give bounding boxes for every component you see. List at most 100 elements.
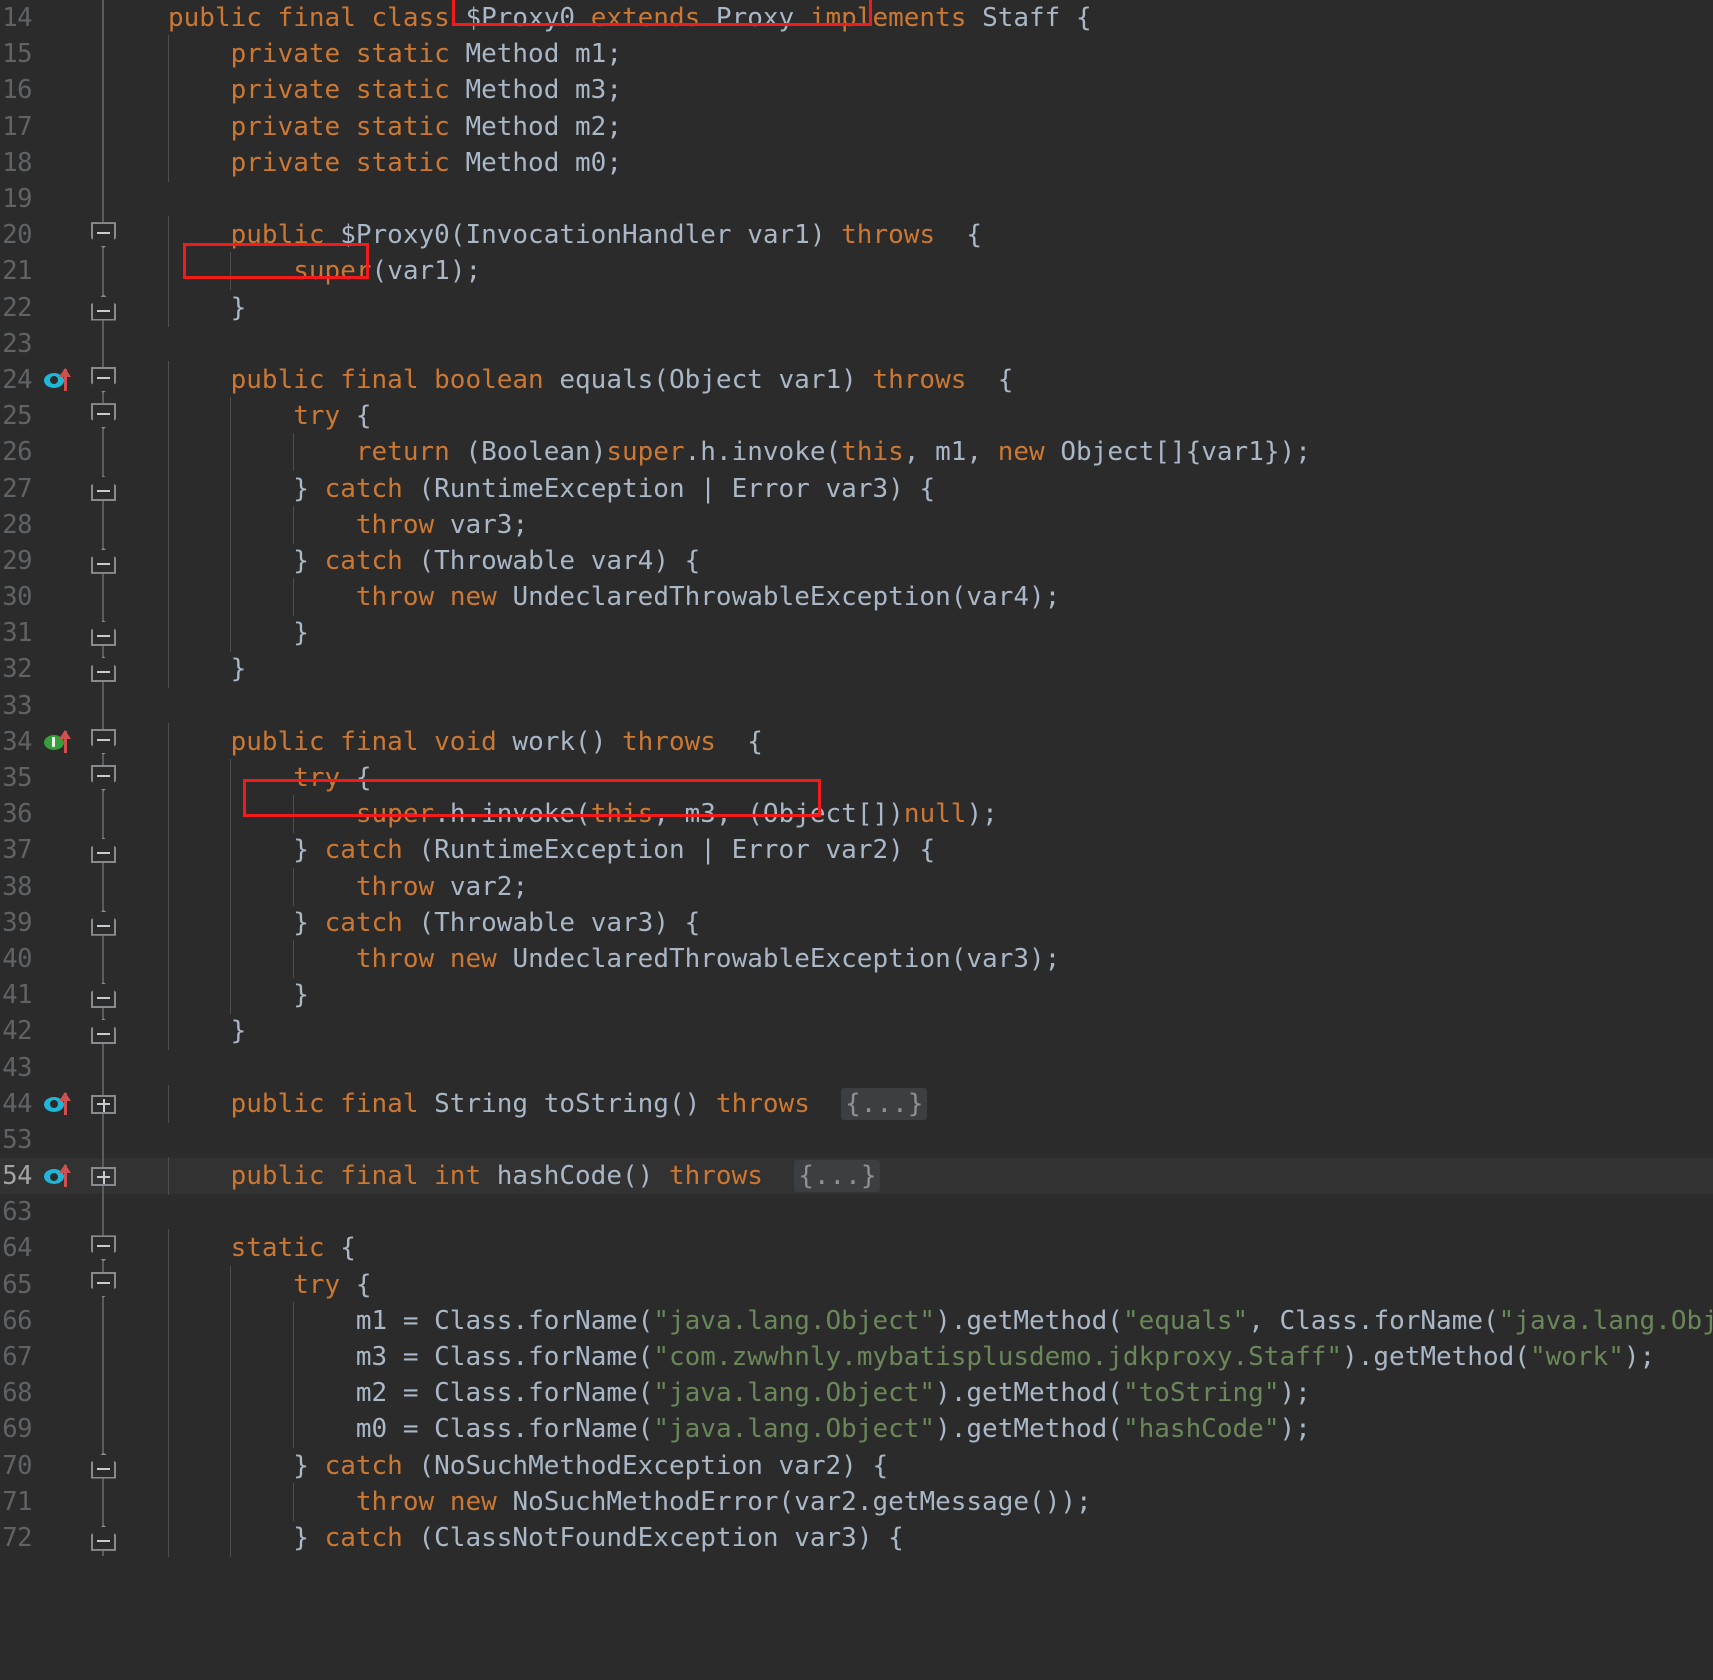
gutter-marker-area[interactable] <box>38 941 82 977</box>
code-line[interactable]: 72 } catch (ClassNotFoundException var3)… <box>0 1518 1713 1557</box>
code-text[interactable]: public final int hashCode() throws {...} <box>164 1157 1713 1196</box>
fold-collapse-icon[interactable] <box>91 764 116 791</box>
code-line[interactable]: 53 <box>0 1121 1713 1158</box>
fold-gutter[interactable] <box>82 434 124 471</box>
fold-gutter[interactable] <box>82 1121 124 1158</box>
code-line[interactable]: 36 super.h.invoke(this, m3, (Object[])nu… <box>0 795 1713 834</box>
code-text[interactable]: public final String toString() throws {.… <box>164 1084 1713 1123</box>
gutter-marker-area[interactable] <box>38 688 82 724</box>
fold-gutter[interactable] <box>82 1302 124 1339</box>
gutter-marker-area[interactable] <box>38 507 82 543</box>
code-line[interactable]: 28 throw var3; <box>0 505 1713 544</box>
fold-collapse-icon[interactable] <box>91 656 116 683</box>
gutter-marker-area[interactable] <box>38 1086 82 1122</box>
gutter-marker-area[interactable] <box>38 326 82 362</box>
fold-gutter[interactable] <box>82 253 124 290</box>
gutter-marker-area[interactable] <box>38 1411 82 1447</box>
gutter-marker-area[interactable] <box>38 543 82 579</box>
gutter-marker-area[interactable] <box>38 181 82 217</box>
gutter-marker-area[interactable] <box>38 1050 82 1086</box>
navigate-up-arrow-icon[interactable] <box>59 367 71 391</box>
fold-collapse-icon[interactable] <box>91 728 116 755</box>
fold-collapse-icon[interactable] <box>91 620 116 647</box>
code-text[interactable]: m3 = Class.forName("com.zwwhnly.mybatisp… <box>164 1338 1713 1377</box>
code-line[interactable]: 41 } <box>0 976 1713 1015</box>
code-line[interactable]: 20 public $Proxy0(InvocationHandler var1… <box>0 216 1713 255</box>
code-line[interactable]: 16 private static Method m3; <box>0 71 1713 110</box>
fold-gutter[interactable] <box>82 1483 124 1520</box>
fold-collapse-icon[interactable] <box>91 1452 116 1479</box>
fold-gutter[interactable] <box>82 651 124 688</box>
fold-collapse-icon[interactable] <box>91 1271 116 1298</box>
gutter-marker-area[interactable] <box>38 1375 82 1411</box>
fold-gutter[interactable] <box>82 977 124 1014</box>
fold-gutter[interactable] <box>82 1519 124 1557</box>
gutter-marker-area[interactable] <box>38 398 82 434</box>
gutter-marker-area[interactable] <box>38 796 82 832</box>
code-line[interactable]: 43 <box>0 1049 1713 1086</box>
code-line[interactable]: 67 m3 = Class.forName("com.zwwhnly.mybat… <box>0 1338 1713 1377</box>
gutter-marker-area[interactable] <box>38 651 82 687</box>
code-text[interactable]: } catch (Throwable var4) { <box>164 541 1713 580</box>
code-text[interactable]: throw var2; <box>164 867 1713 906</box>
code-text[interactable]: private static Method m2; <box>164 107 1713 146</box>
fold-collapse-icon[interactable] <box>91 1524 116 1551</box>
fold-collapse-icon[interactable] <box>91 1018 116 1045</box>
navigate-up-arrow-icon[interactable] <box>59 1091 71 1115</box>
code-line[interactable]: 69 m0 = Class.forName("java.lang.Object"… <box>0 1410 1713 1449</box>
fold-gutter[interactable] <box>82 1447 124 1484</box>
fold-collapse-icon[interactable] <box>91 222 116 249</box>
fold-gutter[interactable] <box>82 1194 124 1231</box>
gutter-marker-area[interactable] <box>38 977 82 1013</box>
fold-collapse-icon[interactable] <box>91 475 116 502</box>
gutter-marker-area[interactable] <box>38 1230 82 1266</box>
fold-gutter[interactable] <box>82 759 124 797</box>
gutter-marker-area[interactable] <box>38 253 82 289</box>
code-line[interactable]: 21 super(var1); <box>0 252 1713 291</box>
code-text[interactable]: super(var1); <box>164 252 1713 291</box>
code-text[interactable]: m1 = Class.forName("java.lang.Object").g… <box>164 1301 1713 1340</box>
fold-gutter[interactable] <box>82 398 124 435</box>
fold-collapse-icon[interactable] <box>91 837 116 864</box>
code-line[interactable]: 23 <box>0 325 1713 362</box>
code-text[interactable]: private static Method m3; <box>164 71 1713 110</box>
gutter-marker-area[interactable] <box>38 724 82 760</box>
fold-gutter[interactable] <box>82 1085 124 1122</box>
code-text[interactable]: m0 = Class.forName("java.lang.Object").g… <box>164 1410 1713 1449</box>
code-line[interactable]: 64 static { <box>0 1229 1713 1268</box>
gutter-marker-area[interactable] <box>38 1267 82 1303</box>
fold-gutter[interactable] <box>82 615 124 652</box>
code-text[interactable]: } <box>164 650 1713 689</box>
gutter-marker-area[interactable] <box>38 1448 82 1484</box>
code-text[interactable]: private static Method m1; <box>164 35 1713 74</box>
code-line[interactable]: 25 try { <box>0 397 1713 436</box>
gutter-marker-area[interactable] <box>38 615 82 651</box>
fold-gutter[interactable] <box>82 506 124 543</box>
fold-gutter[interactable] <box>82 796 124 833</box>
code-text[interactable]: try { <box>164 759 1713 798</box>
fold-collapse-icon[interactable] <box>91 909 116 936</box>
code-line[interactable]: 32 } <box>0 650 1713 689</box>
code-line[interactable]: 18 private static Method m0; <box>0 143 1713 182</box>
gutter-marker-area[interactable] <box>38 1158 82 1194</box>
code-line[interactable]: 34 public final void work() throws { <box>0 722 1713 761</box>
fold-gutter[interactable] <box>82 470 124 507</box>
gutter-marker-area[interactable] <box>38 72 82 108</box>
code-line[interactable]: 42 } <box>0 1012 1713 1051</box>
code-text[interactable]: throw var3; <box>164 505 1713 544</box>
fold-collapse-icon[interactable] <box>91 982 116 1009</box>
gutter-marker-area[interactable] <box>38 1194 82 1230</box>
gutter-marker-area[interactable] <box>38 1013 82 1049</box>
code-text[interactable]: private static Method m0; <box>164 143 1713 182</box>
code-line[interactable]: 22 } <box>0 288 1713 327</box>
fold-gutter[interactable] <box>82 180 124 218</box>
fold-collapse-icon[interactable] <box>91 1235 116 1262</box>
gutter-marker-area[interactable] <box>38 362 82 398</box>
fold-gutter[interactable] <box>82 1266 124 1303</box>
code-line[interactable]: 63 <box>0 1194 1713 1231</box>
code-line[interactable]: 35 try { <box>0 759 1713 798</box>
code-text[interactable]: } catch (RuntimeException | Error var3) … <box>164 469 1713 508</box>
gutter-marker-area[interactable] <box>38 36 82 72</box>
fold-gutter[interactable] <box>82 940 124 978</box>
fold-gutter[interactable] <box>82 1411 124 1448</box>
